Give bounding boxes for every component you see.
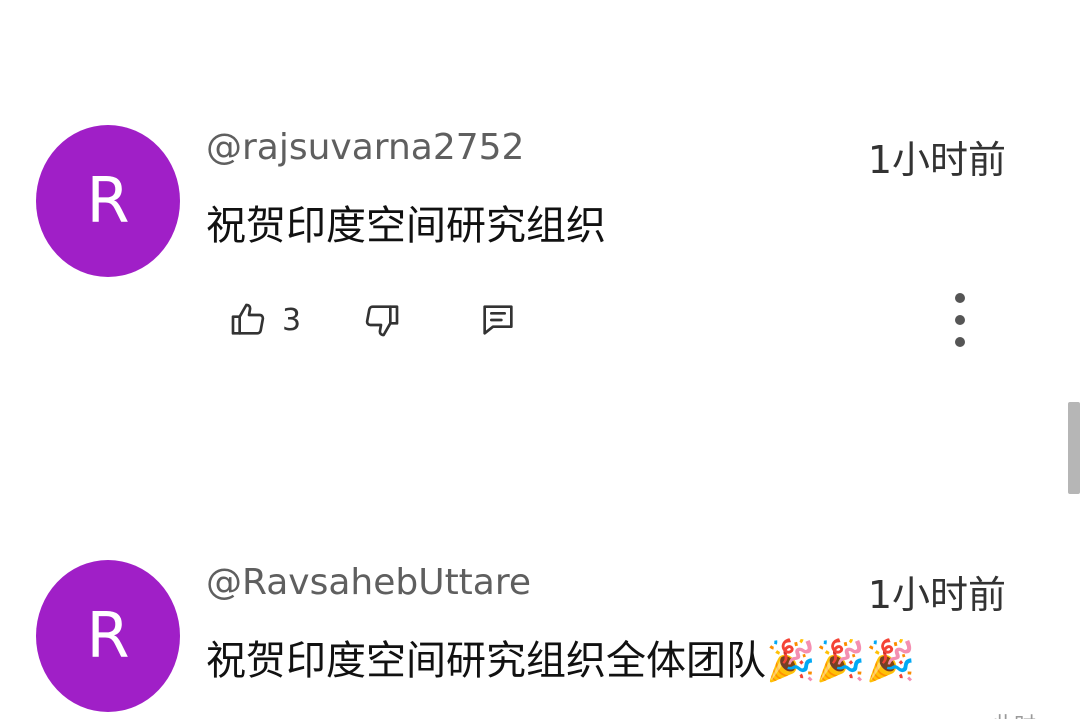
dislike-button[interactable]	[362, 293, 402, 347]
scrollbar-thumb[interactable]	[1068, 402, 1080, 494]
more-vert-icon	[953, 293, 967, 347]
like-count: 3	[282, 302, 302, 338]
thumb-up-icon	[228, 300, 268, 340]
comment-text: 祝贺印度空间研究组织	[206, 203, 606, 249]
comment-item: R @rajsuvarna2752 1小时前 祝贺印度空间研究组织 3	[0, 125, 1060, 355]
avatar[interactable]: R	[36, 125, 180, 277]
thumb-down-icon	[362, 300, 402, 340]
comment-timestamp: 1小时前	[867, 573, 1006, 617]
comment-username[interactable]: @rajsuvarna2752	[206, 127, 524, 168]
comment-item: R @RavsahebUttare 1小时前 祝贺印度空间研究组织全体团队🎉🎉🎉	[0, 560, 1060, 719]
avatar[interactable]: R	[36, 560, 180, 712]
reply-icon	[478, 300, 518, 340]
comment-actions: 3	[228, 293, 1028, 347]
comment-text: 祝贺印度空间研究组织全体团队🎉🎉🎉	[206, 638, 916, 684]
truncated-text-snippet: 此时…	[992, 708, 1058, 719]
more-options-button[interactable]	[948, 293, 972, 347]
like-button[interactable]: 3	[228, 293, 301, 347]
reply-button[interactable]	[478, 293, 518, 347]
comment-username[interactable]: @RavsahebUttare	[206, 562, 531, 603]
comment-timestamp: 1小时前	[867, 138, 1006, 182]
comments-feed: R @rajsuvarna2752 1小时前 祝贺印度空间研究组织 3 R @R…	[0, 0, 1080, 719]
